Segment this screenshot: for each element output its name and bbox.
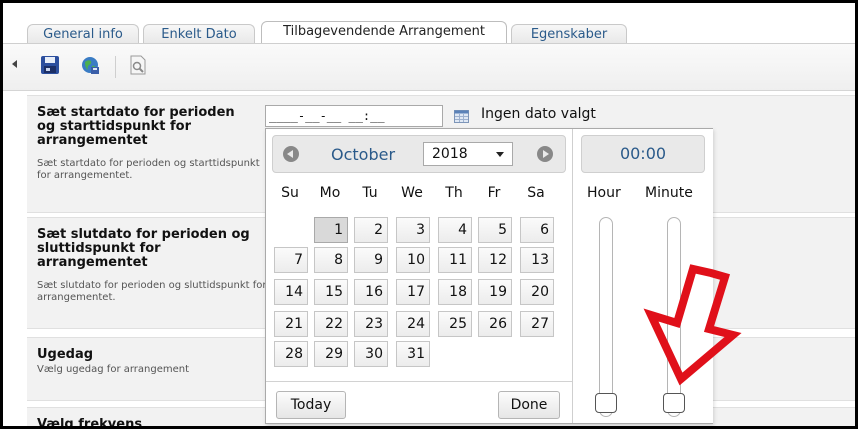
calendar-day-23[interactable]: 23 (354, 311, 388, 337)
frequency-title: Vælg frekvens (37, 417, 143, 429)
tab-enkelt-dato[interactable]: Enkelt Dato (143, 24, 255, 44)
calendar-day-2[interactable]: 2 (354, 217, 388, 243)
end-date-description: Sæt slutdato for perioden og sluttidspun… (37, 280, 267, 303)
calendar-header: October 2018 (272, 135, 566, 173)
no-date-selected-label: Ingen dato valgt (481, 106, 596, 122)
hour-slider-handle[interactable] (595, 393, 617, 413)
today-button[interactable]: Today (276, 391, 346, 419)
weekday-title: Ugedag (37, 347, 94, 362)
calendar-icon[interactable] (454, 110, 469, 123)
calendar-day-28[interactable]: 28 (274, 341, 308, 367)
calendar-day-7[interactable]: 7 (274, 247, 308, 273)
calendar-day-22[interactable]: 22 (314, 311, 348, 337)
start-date-description: Sæt startdato for perioden og starttidsp… (37, 158, 260, 181)
red-arrow-annotation-icon (643, 264, 742, 386)
save-icon[interactable] (39, 54, 61, 76)
calendar-day-1[interactable]: 1 (314, 217, 348, 243)
weekday-header-mo: Mo (319, 185, 341, 201)
calendar-day-19[interactable]: 19 (478, 279, 512, 305)
calendar-day-8[interactable]: 8 (314, 247, 348, 273)
year-value: 2018 (432, 146, 468, 162)
tab-egenskaber[interactable]: Egenskaber (511, 24, 627, 44)
preview-icon[interactable] (127, 54, 149, 76)
calendar-day-9[interactable]: 9 (354, 247, 388, 273)
weekday-header-fr: Fr (487, 185, 501, 201)
calendar-day-24[interactable]: 24 (396, 311, 430, 337)
tab-bar: General info Enkelt Dato Tilbagevendende… (3, 3, 855, 46)
calendar-day-17[interactable]: 17 (396, 279, 430, 305)
calendar-day-11[interactable]: 11 (438, 247, 472, 273)
month-label: October (331, 145, 396, 164)
calendar-day-27[interactable]: 27 (520, 311, 554, 337)
calendar-day-29[interactable]: 29 (314, 341, 348, 367)
minute-slider-handle[interactable] (663, 393, 685, 413)
calendar-day-3[interactable]: 3 (396, 217, 430, 243)
chevron-down-icon (496, 152, 504, 157)
start-date-input[interactable]: ____-__-__ __:__ (265, 105, 443, 127)
end-date-title: Sæt slutdato for perioden og sluttidspun… (37, 227, 250, 270)
hour-label: Hour (587, 185, 621, 201)
start-date-title: Sæt startdato for perioden og starttidsp… (37, 105, 235, 148)
calendar-day-21[interactable]: 21 (274, 311, 308, 337)
weekday-description: Vælg ugedag for arrangement (37, 364, 190, 375)
calendar-day-15[interactable]: 15 (314, 279, 348, 305)
done-button[interactable]: Done (498, 391, 560, 419)
calendar-day-25[interactable]: 25 (438, 311, 472, 337)
next-month-icon[interactable] (537, 146, 553, 162)
toolbar-collapse-arrow-icon[interactable] (12, 60, 17, 68)
toolbar (3, 44, 855, 91)
weekday-header-sa: Sa (527, 185, 545, 201)
calendar-day-14[interactable]: 14 (274, 279, 308, 305)
time-display: 00:00 (581, 135, 705, 173)
calendar-day-5[interactable]: 5 (478, 217, 512, 243)
window-frame: General info Enkelt Dato Tilbagevendende… (0, 0, 858, 429)
calendar-day-10[interactable]: 10 (396, 247, 430, 273)
calendar-day-12[interactable]: 12 (478, 247, 512, 273)
globe-icon[interactable] (79, 54, 101, 76)
calendar-day-16[interactable]: 16 (354, 279, 388, 305)
year-select[interactable]: 2018 (423, 142, 513, 166)
calendar-day-4[interactable]: 4 (438, 217, 472, 243)
calendar-footer-divider (266, 381, 572, 382)
weekday-header-su: Su (281, 185, 299, 201)
calendar-day-6[interactable]: 6 (520, 217, 554, 243)
weekday-header-th: Th (445, 185, 463, 201)
calendar-day-26[interactable]: 26 (478, 311, 512, 337)
calendar-day-20[interactable]: 20 (520, 279, 554, 305)
hour-slider-track[interactable] (599, 217, 613, 417)
tab-general-info[interactable]: General info (27, 24, 139, 44)
calendar-day-18[interactable]: 18 (438, 279, 472, 305)
minute-label: Minute (645, 185, 693, 201)
toolbar-separator (115, 56, 116, 78)
calendar-day-30[interactable]: 30 (354, 341, 388, 367)
weekday-header-tu: Tu (362, 185, 378, 201)
weekday-header-we: We (401, 185, 423, 201)
calendar-day-13[interactable]: 13 (520, 247, 554, 273)
calendar-day-31[interactable]: 31 (396, 341, 430, 367)
previous-month-icon[interactable] (283, 146, 299, 162)
